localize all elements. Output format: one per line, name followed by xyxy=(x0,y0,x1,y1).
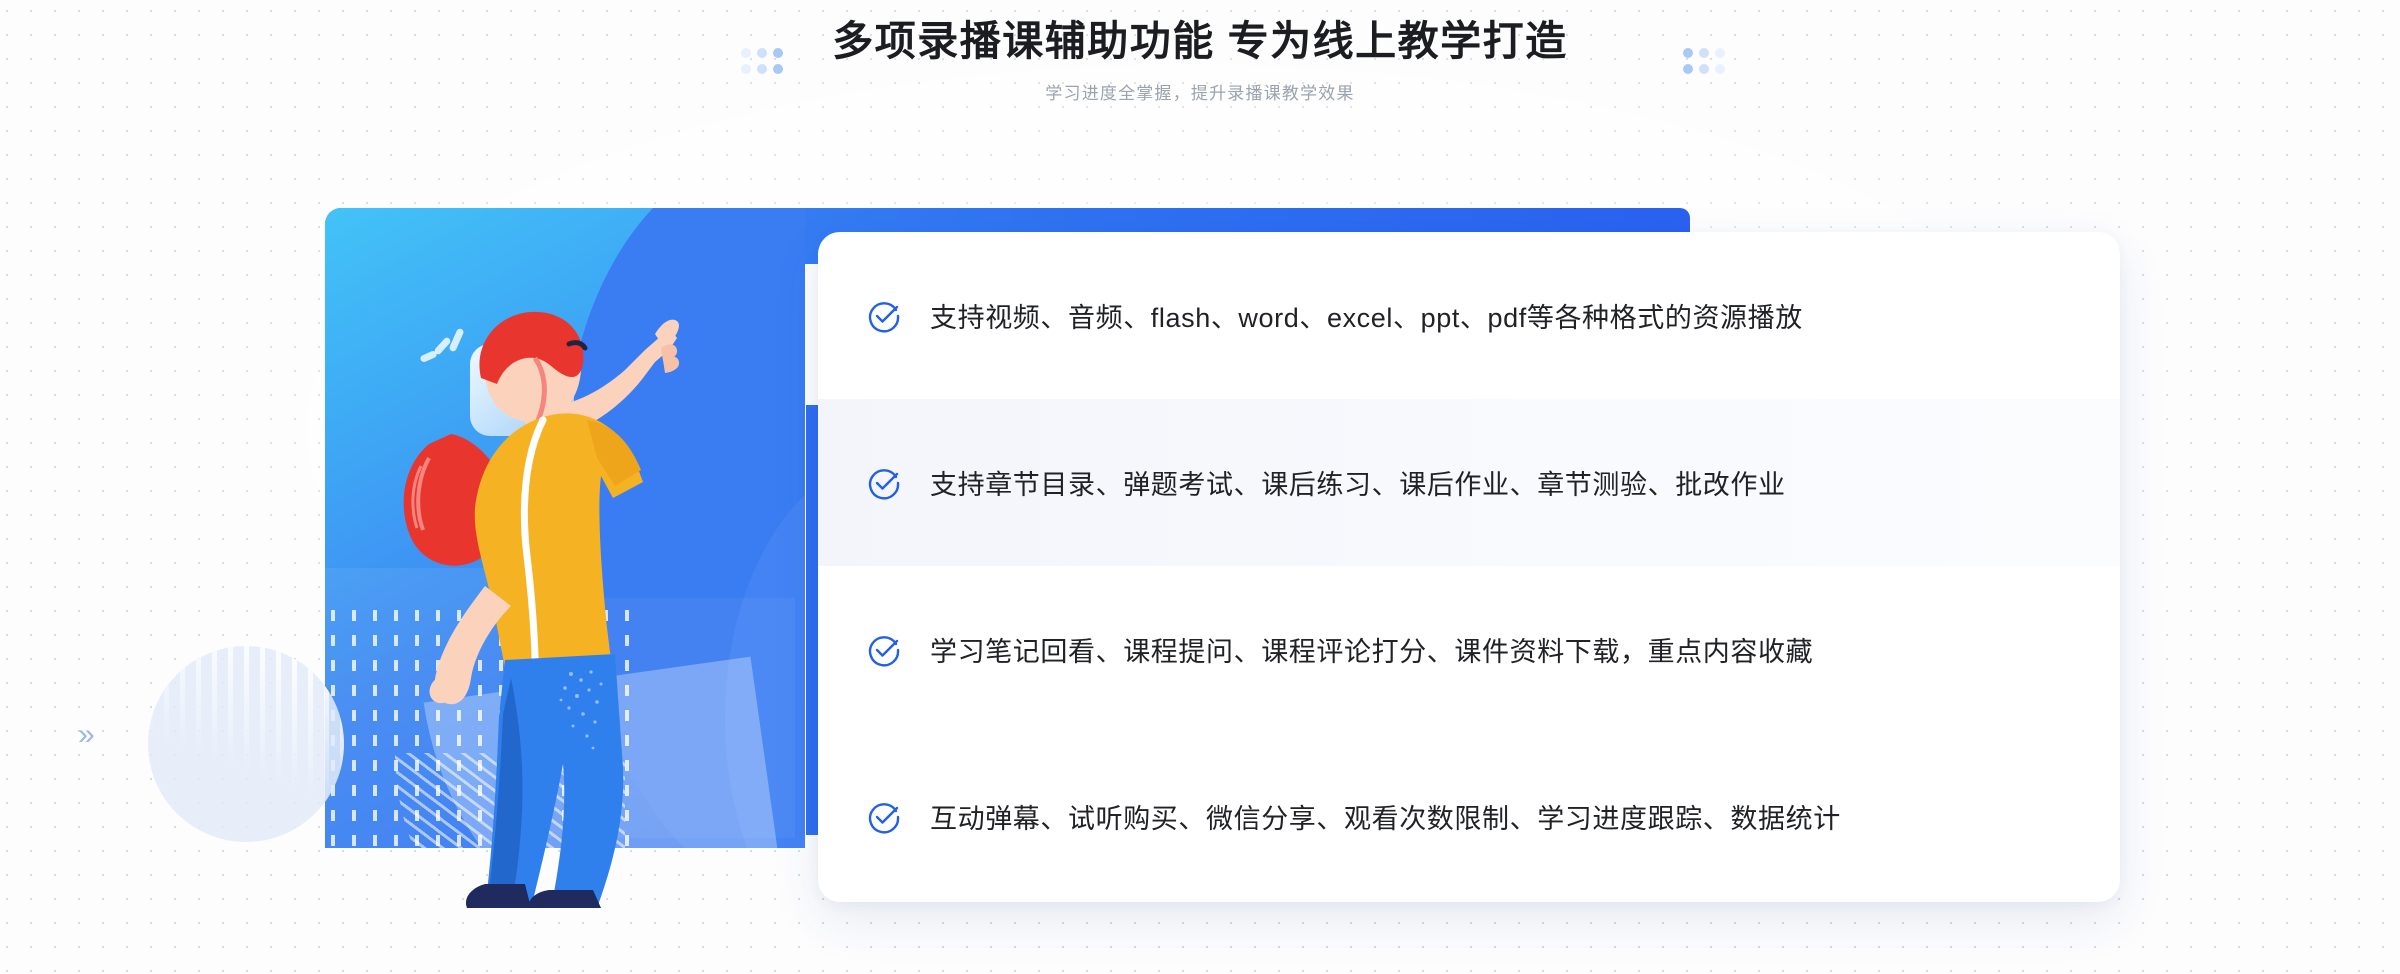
feature-text: 互动弹幕、试听购买、微信分享、观看次数限制、学习进度跟踪、数据统计 xyxy=(930,804,1841,834)
feature-row[interactable]: 支持章节目录、弹题考试、课后练习、课后作业、章节测验、批改作业 xyxy=(818,399,2120,566)
feature-row[interactable]: 支持视频、音频、flash、word、excel、ppt、pdf等各种格式的资源… xyxy=(818,232,2120,399)
page-subtitle: 学习进度全掌握，提升录播课教学效果 xyxy=(1045,84,1355,104)
feature-text: 支持章节目录、弹题考试、课后练习、课后作业、章节测验、批改作业 xyxy=(930,470,1786,500)
check-circle-icon xyxy=(868,301,900,332)
check-circle-icon xyxy=(868,635,900,666)
chevron-right-icon: » xyxy=(78,718,95,751)
check-circle-icon xyxy=(868,468,900,499)
decorative-dot-cluster-right xyxy=(1683,48,1731,80)
page-header: 多项录播课辅助功能 专为线上教学打造 学习进度全掌握，提升录播课教学效果 xyxy=(0,14,2400,104)
feature-text: 学习笔记回看、课程提问、课程评论打分、课件资料下载，重点内容收藏 xyxy=(930,637,1814,667)
feature-list-card: 支持视频、音频、flash、word、excel、ppt、pdf等各种格式的资源… xyxy=(818,232,2120,902)
decorative-circle-stripes xyxy=(148,646,344,842)
person-illustration xyxy=(325,208,845,908)
decorative-dot-cluster-left xyxy=(741,48,789,80)
page-title: 多项录播课辅助功能 专为线上教学打造 xyxy=(832,18,1568,64)
check-circle-icon xyxy=(868,802,900,833)
feature-row[interactable]: 互动弹幕、试听购买、微信分享、观看次数限制、学习进度跟踪、数据统计 xyxy=(818,733,2120,900)
feature-text: 支持视频、音频、flash、word、excel、ppt、pdf等各种格式的资源… xyxy=(930,303,1803,333)
feature-row[interactable]: 学习笔记回看、课程提问、课程评论打分、课件资料下载，重点内容收藏 xyxy=(818,566,2120,733)
